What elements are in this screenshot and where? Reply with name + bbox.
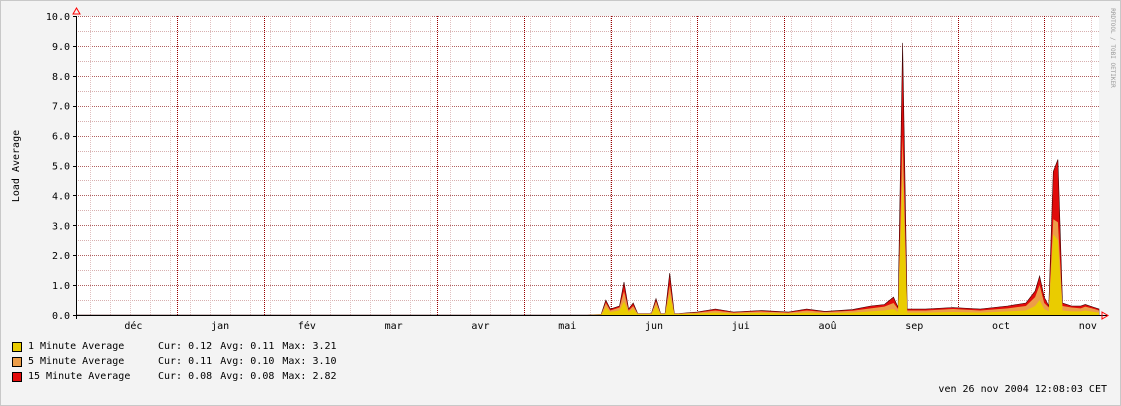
legend: 1 Minute Average Cur: 0.12 Avg: 0.11 Max… <box>12 339 345 384</box>
y-tick-label: 1.0 <box>52 281 70 292</box>
x-tick-label: avr <box>471 321 489 332</box>
y-tick-label: 2.0 <box>52 251 70 262</box>
y-tick-label: 6.0 <box>52 132 70 143</box>
y-tick-label: 4.0 <box>52 191 70 202</box>
legend-row-15min: 15 Minute Average Cur: 0.08 Avg: 0.08 Ma… <box>12 369 345 384</box>
watermark: RRDTOOL / TOBI OETIKER <box>1109 8 1116 88</box>
y-tick-label: 7.0 <box>52 102 70 113</box>
legend-max: Max: 2.82 <box>282 371 337 382</box>
x-tick-label: aoû <box>818 320 836 332</box>
x-tick-label: jan <box>211 321 229 332</box>
legend-name: 1 Minute Average <box>28 341 125 352</box>
legend-name: 15 Minute Average <box>28 371 131 382</box>
x-tick-label: jui <box>732 321 750 332</box>
x-tick-label: mai <box>558 321 576 332</box>
y-tick-label: 8.0 <box>52 72 70 83</box>
legend-name: 5 Minute Average <box>28 356 125 367</box>
swatch-5min <box>12 356 22 367</box>
load-average-graph: 0.0 1.0 2.0 3.0 4.0 5.0 6.0 7.0 8.0 9.0 10.0 déc ja… <box>0 0 1121 406</box>
y-tick-label: 5.0 <box>52 162 70 173</box>
legend-avg: Avg: 0.08 <box>220 371 275 382</box>
y-tick-label: 3.0 <box>52 221 70 232</box>
x-tick-label: mar <box>385 321 403 332</box>
x-tick-label: sep <box>905 321 923 332</box>
legend-avg: Avg: 0.11 <box>220 341 275 352</box>
y-axis-label: Load Average <box>11 130 22 202</box>
x-tick-label: oct <box>992 321 1010 332</box>
swatch-1min <box>12 341 22 352</box>
swatch-15min <box>12 371 22 382</box>
legend-row-5min: 5 Minute Average Cur: 0.11 Avg: 0.10 Max… <box>12 354 345 369</box>
legend-cur: Cur: 0.11 <box>158 356 213 367</box>
x-tick-label: fév <box>298 320 316 332</box>
legend-row-1min: 1 Minute Average Cur: 0.12 Avg: 0.11 Max… <box>12 339 345 354</box>
plot-area <box>76 16 1099 315</box>
legend-cur: Cur: 0.08 <box>158 371 213 382</box>
y-tick-label: 0.0 <box>52 311 70 322</box>
legend-max: Max: 3.21 <box>282 341 337 352</box>
y-tick-label: 10.0 <box>46 12 70 23</box>
legend-cur: Cur: 0.12 <box>158 341 213 352</box>
x-tick-label: déc <box>124 320 142 332</box>
x-tick-label: jun <box>645 321 663 332</box>
x-tick-label: nov <box>1079 321 1097 332</box>
y-tick-label: 9.0 <box>52 42 70 53</box>
legend-max: Max: 3.10 <box>282 356 337 367</box>
timestamp: ven 26 nov 2004 12:08:03 CET <box>938 384 1107 395</box>
legend-avg: Avg: 0.10 <box>220 356 275 367</box>
